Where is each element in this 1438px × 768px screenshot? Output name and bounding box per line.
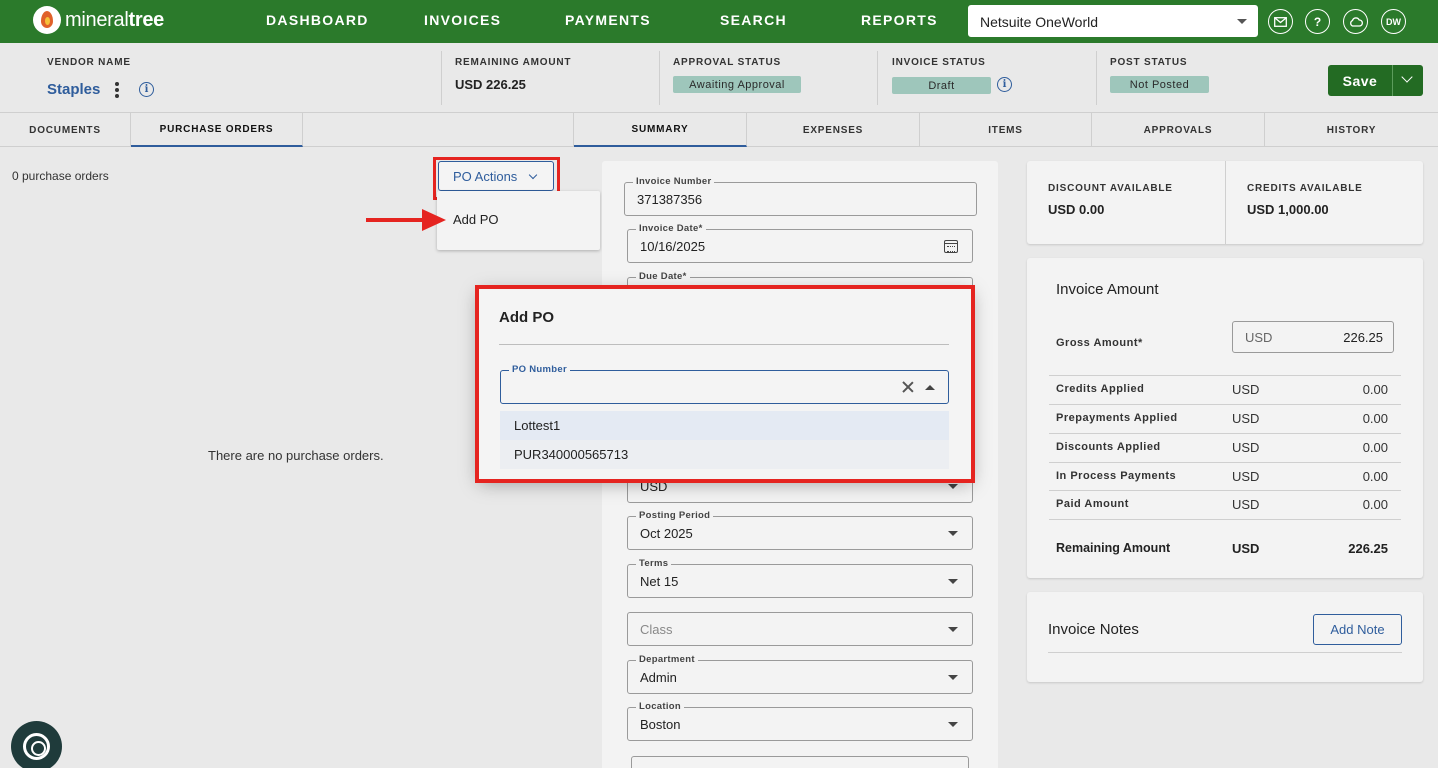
logo-flame-icon — [33, 6, 61, 34]
add-po-menu-item[interactable]: Add PO — [453, 212, 499, 227]
summary-row-label: Prepayments Applied — [1056, 412, 1178, 424]
credits-card: DISCOUNT AVAILABLE USD 0.00 CREDITS AVAI… — [1027, 161, 1423, 244]
gross-amount-label: Gross Amount* — [1056, 337, 1143, 349]
save-button[interactable]: Save — [1328, 65, 1392, 96]
tab-expenses[interactable]: EXPENSES — [747, 113, 920, 147]
user-avatar[interactable]: DW — [1381, 9, 1406, 34]
approval-status-label: APPROVAL STATUS — [673, 57, 781, 68]
caret-down-icon — [948, 579, 958, 584]
summary-row-value: 0.00 — [1362, 411, 1388, 426]
summary-row-value: 0.00 — [1362, 382, 1388, 397]
top-nav: mineraltree DASHBOARD INVOICES PAYMENTS … — [0, 0, 1438, 43]
divider — [1096, 51, 1097, 105]
caret-down-icon — [948, 722, 958, 727]
tab-summary[interactable]: SUMMARY — [574, 113, 747, 147]
vendor-info-icon[interactable]: i — [139, 82, 154, 97]
divider — [1225, 161, 1226, 244]
summary-row-currency: USD — [1232, 411, 1260, 426]
summary-row-label: In Process Payments — [1056, 470, 1177, 482]
nav-search[interactable]: SEARCH — [720, 12, 787, 28]
logo-text-light: mineral — [65, 8, 129, 31]
terms-select[interactable]: Terms Net 15 — [627, 558, 973, 598]
tab-history[interactable]: HISTORY — [1265, 113, 1438, 147]
summary-row-label: Paid Amount — [1056, 498, 1129, 510]
invoice-number-field[interactable]: Invoice Number 371387356 — [624, 176, 977, 216]
tab-purchase-orders[interactable]: PURCHASE ORDERS — [131, 113, 303, 147]
cloud-icon[interactable] — [1343, 9, 1368, 34]
status-info-icon[interactable]: i — [997, 77, 1012, 92]
invoice-date-field[interactable]: Invoice Date* 10/16/2025 — [627, 223, 973, 263]
logo[interactable]: mineraltree — [33, 6, 164, 34]
credits-label: CREDITS AVAILABLE — [1247, 183, 1363, 194]
gross-amount-input[interactable]: USD 226.25 — [1232, 321, 1394, 353]
caret-down-icon — [948, 484, 958, 489]
remaining-amount-label: Remaining Amount — [1056, 541, 1171, 555]
posting-period-select[interactable]: Posting Period Oct 2025 — [627, 510, 973, 550]
caret-down-icon — [948, 627, 958, 632]
support-chat-button[interactable] — [11, 721, 62, 768]
caret-down-icon — [948, 531, 958, 536]
additional-field[interactable] — [631, 756, 969, 768]
nav-reports[interactable]: REPORTS — [861, 12, 938, 28]
tab-items[interactable]: ITEMS — [920, 113, 1092, 147]
vendor-label: VENDOR NAME — [47, 57, 131, 68]
kebab-menu-icon[interactable] — [114, 82, 120, 98]
summary-row-label: Discounts Applied — [1056, 441, 1161, 453]
location-select[interactable]: Location Boston — [627, 701, 973, 741]
org-select[interactable]: Netsuite OneWorld — [968, 5, 1258, 37]
save-button-group: Save — [1328, 65, 1423, 96]
divider — [441, 51, 442, 105]
nav-invoices[interactable]: INVOICES — [424, 12, 501, 28]
mail-icon[interactable] — [1268, 9, 1293, 34]
po-count: 0 purchase orders — [12, 169, 109, 183]
po-actions-menu: Add PO — [437, 191, 600, 250]
summary-row-label: Credits Applied — [1056, 383, 1145, 395]
invoice-status-badge: Draft — [892, 77, 991, 94]
remaining-value: USD 226.25 — [455, 77, 526, 92]
divider — [877, 51, 878, 105]
summary-row-value: 0.00 — [1362, 440, 1388, 455]
logo-text-bold: tree — [128, 8, 164, 31]
post-status-badge: Not Posted — [1110, 76, 1209, 93]
approval-status-badge: Awaiting Approval — [673, 76, 801, 93]
department-select[interactable]: Department Admin — [627, 654, 973, 694]
divider — [659, 51, 660, 105]
discount-label: DISCOUNT AVAILABLE — [1048, 183, 1173, 194]
remaining-amount-value: 226.25 — [1348, 541, 1388, 556]
invoice-notes-title: Invoice Notes — [1048, 621, 1139, 638]
invoice-status-label: INVOICE STATUS — [892, 57, 986, 68]
class-select[interactable]: Class — [627, 612, 973, 646]
tab-bar: DOCUMENTS PURCHASE ORDERS SUMMARY EXPENS… — [0, 113, 1438, 147]
invoice-amount-card: Invoice Amount Gross Amount* USD 226.25 … — [1027, 258, 1423, 578]
summary-row-currency: USD — [1232, 440, 1260, 455]
vendor-name-link[interactable]: Staples — [47, 81, 100, 98]
calendar-icon[interactable] — [944, 240, 958, 253]
summary-row-value: 0.00 — [1362, 469, 1388, 484]
remaining-label: REMAINING AMOUNT — [455, 57, 572, 68]
invoice-amount-title: Invoice Amount — [1056, 281, 1159, 298]
remaining-amount-currency: USD — [1232, 541, 1260, 556]
discount-value: USD 0.00 — [1048, 202, 1105, 217]
add-note-button[interactable]: Add Note — [1313, 614, 1402, 645]
nav-dashboard[interactable]: DASHBOARD — [266, 12, 369, 28]
tab-documents[interactable]: DOCUMENTS — [0, 113, 131, 147]
org-select-value: Netsuite OneWorld — [980, 14, 1099, 30]
lifebuoy-icon — [23, 733, 50, 760]
chevron-down-icon[interactable] — [1401, 71, 1413, 83]
highlight-box — [475, 285, 975, 483]
invoice-header: VENDOR NAME Staples i REMAINING AMOUNT U… — [0, 43, 1438, 113]
tab-approvals[interactable]: APPROVALS — [1092, 113, 1265, 147]
pointer-arrow-icon — [366, 209, 446, 231]
help-icon[interactable]: ? — [1305, 9, 1330, 34]
summary-row-value: 0.00 — [1362, 497, 1388, 512]
empty-state-message: There are no purchase orders. — [208, 448, 384, 463]
summary-row-currency: USD — [1232, 497, 1260, 512]
post-status-label: POST STATUS — [1110, 57, 1188, 68]
summary-row-currency: USD — [1232, 469, 1260, 484]
nav-payments[interactable]: PAYMENTS — [565, 12, 651, 28]
credits-value: USD 1,000.00 — [1247, 202, 1329, 217]
caret-down-icon — [948, 675, 958, 680]
caret-down-icon — [1237, 19, 1247, 24]
summary-row-currency: USD — [1232, 382, 1260, 397]
